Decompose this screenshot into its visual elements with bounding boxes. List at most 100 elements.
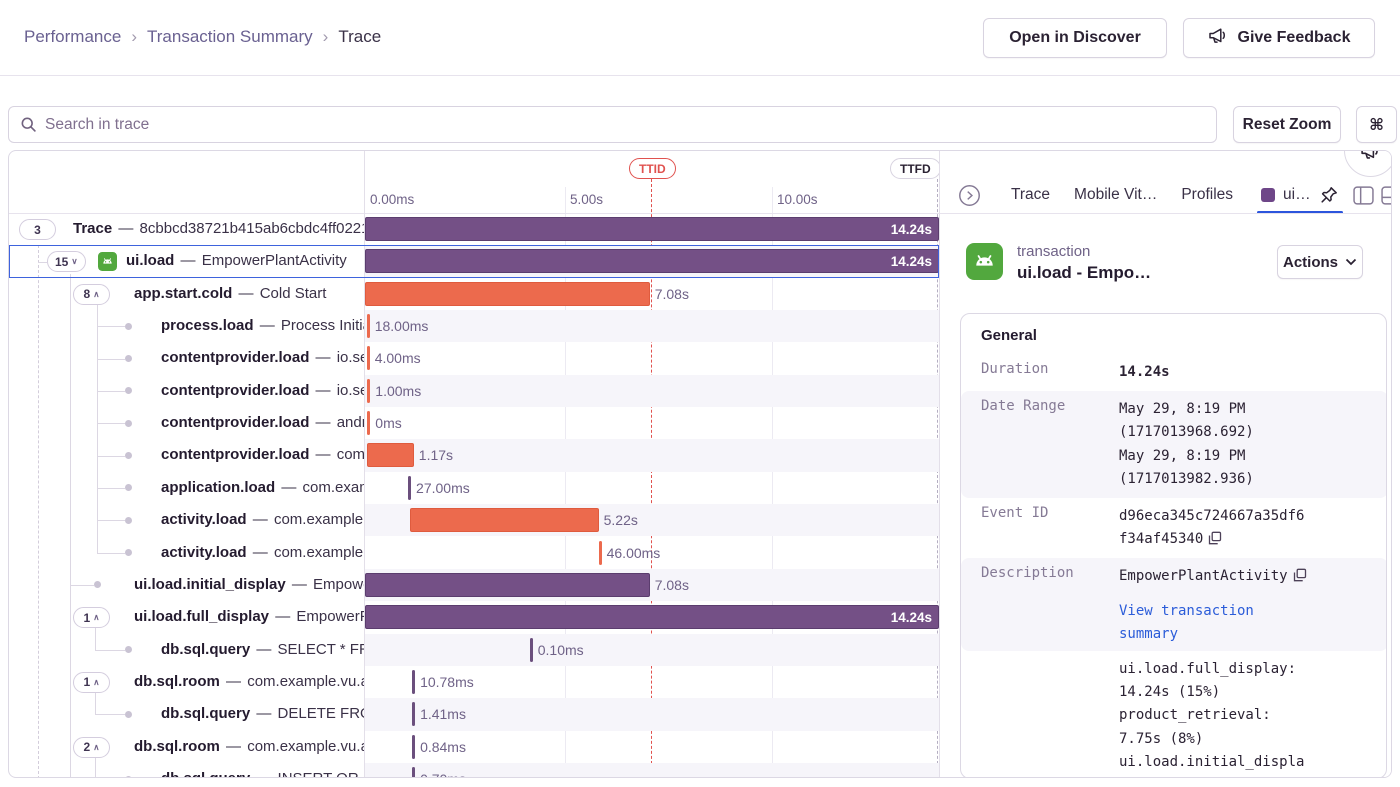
trace-tree-row[interactable]: activity.load — com.example.vu.android.e… — [9, 504, 364, 536]
span-count-toggle-badge[interactable]: 8∧ — [73, 284, 110, 305]
card-row-value-line: ui.load.full_display: — [1119, 658, 1378, 681]
trace-tree-row[interactable]: 1∧ui.load.full_display — EmpowerPlantAct… — [9, 601, 364, 633]
tab-profiles[interactable]: Profiles — [1181, 186, 1233, 204]
span-count-toggle-badge[interactable]: 1∧ — [73, 672, 110, 693]
header-divider — [9, 213, 1392, 214]
waterfall-row[interactable]: 7.08s — [365, 278, 939, 310]
reset-zoom-button[interactable]: Reset Zoom — [1233, 106, 1341, 143]
waterfall-row[interactable]: 27.00ms — [365, 472, 939, 504]
trace-tree-row[interactable]: contentprovider.load — io.sentry.android… — [9, 375, 364, 407]
span-count-toggle-badge[interactable]: 15∨ — [47, 251, 86, 272]
details-panel: Trace Mobile Vit… Profiles ui… — [939, 151, 1392, 778]
card-row-label: Event ID — [981, 505, 1048, 521]
waterfall-row[interactable]: 14.24s — [365, 213, 939, 245]
span-duration-label: 10.78ms — [420, 670, 474, 694]
open-in-discover-button[interactable]: Open in Discover — [983, 18, 1167, 58]
span-bar — [365, 282, 650, 306]
trace-tree-row[interactable]: 1∧ db.sql.room — com.example.vu.android.e… — [9, 666, 364, 698]
waterfall-row[interactable]: 0.70ms — [365, 763, 939, 778]
transaction-type-label: transaction — [1017, 243, 1151, 260]
waterfall-row[interactable]: 18.00ms — [365, 310, 939, 342]
waterfall-row[interactable]: 0.10ms — [365, 634, 939, 666]
leaf-connector-dot — [125, 549, 132, 556]
trace-tree-row[interactable]: process.load — Process Initialization — [9, 310, 364, 342]
keyboard-shortcut-button[interactable]: ⌘ — [1356, 106, 1397, 143]
copy-icon[interactable] — [1293, 567, 1307, 590]
waterfall-row[interactable]: 1.00ms — [365, 375, 939, 407]
search-bar — [8, 106, 1217, 143]
waterfall-row[interactable]: 14.24s — [365, 245, 939, 277]
span-tick — [530, 638, 533, 662]
actions-label: Actions — [1283, 254, 1338, 271]
pin-icon[interactable] — [1319, 185, 1339, 205]
leaf-connector-dot — [125, 776, 132, 778]
feedback-circle-button[interactable] — [1344, 150, 1392, 177]
span-label: db.sql.room — com.example.vu.android.emp… — [134, 666, 364, 698]
waterfall-row[interactable]: 46.00ms — [365, 537, 939, 569]
span-count-badge[interactable]: 3 — [19, 219, 56, 240]
layout-drawer-left-icon[interactable] — [1353, 186, 1374, 205]
span-duration-label: 18.00ms — [375, 314, 429, 338]
span-bar: 14.24s — [365, 217, 939, 241]
chevron-down-icon — [1345, 258, 1357, 266]
trace-tree-row[interactable]: contentprovider.load — androidx.startup.… — [9, 407, 364, 439]
tree-resize-handle[interactable] — [364, 151, 365, 778]
copy-icon[interactable] — [1208, 530, 1222, 553]
span-label: contentprovider.load — com.example.vu.an… — [161, 439, 364, 471]
card-row-value-line: ui.load.initial_displa — [1119, 751, 1378, 774]
tab-transaction-active[interactable]: ui… — [1261, 177, 1339, 213]
breadcrumb-item-transaction-summary[interactable]: Transaction Summary — [147, 27, 313, 47]
waterfall-row[interactable]: 4.00ms — [365, 342, 939, 374]
tab-mobile-vitals[interactable]: Mobile Vit… — [1074, 186, 1157, 204]
waterfall-row[interactable]: 0.84ms — [365, 731, 939, 763]
card-row-value-line: (1717013982.936) — [1119, 468, 1378, 491]
span-tick — [367, 379, 370, 403]
layout-drawer-bottom-icon[interactable] — [1381, 186, 1392, 205]
waterfall-row[interactable]: 0ms — [365, 407, 939, 439]
trace-tree-row[interactable]: 3Trace — 8cbbcd38721b415ab6cbdc4ff0221a2… — [9, 213, 364, 245]
tab-trace[interactable]: Trace — [1011, 186, 1050, 204]
span-count-toggle-badge[interactable]: 2∧ — [73, 737, 110, 758]
view-transaction-summary-link[interactable]: summary — [1119, 623, 1378, 646]
give-feedback-button[interactable]: Give Feedback — [1183, 18, 1375, 58]
trace-tree-row[interactable]: 2∧db.sql.room — com.example.vu.android.e… — [9, 731, 364, 763]
collapse-panel-icon[interactable] — [958, 184, 981, 207]
actions-button[interactable]: Actions — [1277, 245, 1363, 279]
waterfall-row[interactable]: 1.41ms — [365, 698, 939, 730]
span-duration-label: 5.22s — [604, 508, 638, 532]
span-tick — [412, 670, 415, 694]
breadcrumb-item-trace[interactable]: Trace — [338, 27, 381, 47]
trace-tree-row[interactable]: db.sql.query — INSERT OR REPLACE INTO fa… — [9, 763, 364, 778]
chevron-up-icon: ∧ — [93, 612, 99, 623]
card-row-value-line: EmpowerPlantActivity — [1119, 565, 1378, 590]
waterfall-row[interactable]: 10.78ms — [365, 666, 939, 698]
trace-tree-row[interactable]: application.load — com.example.vu.androi… — [9, 472, 364, 504]
leaf-connector-dot — [125, 646, 132, 653]
view-transaction-summary-link[interactable]: View transaction — [1119, 600, 1378, 623]
trace-tree-row[interactable]: db.sql.query — SELECT * FROM products — [9, 634, 364, 666]
trace-tree-row[interactable]: ui.load.initial_display — EmpowerPlantAc… — [9, 569, 364, 601]
span-count-toggle-badge[interactable]: 1∧ — [73, 607, 110, 628]
breadcrumb-item-performance[interactable]: Performance — [24, 27, 121, 47]
trace-tree-row[interactable]: db.sql.query — DELETE FROM favorites — [9, 698, 364, 730]
trace-tree-row[interactable]: contentprovider.load — io.sentry.android… — [9, 342, 364, 374]
waterfall-row[interactable]: 5.22s — [365, 504, 939, 536]
axis-tick-label: 0.00ms — [370, 192, 414, 207]
waterfall-row[interactable]: 7.08s — [365, 569, 939, 601]
page-header: Performance›Transaction Summary›Trace Op… — [0, 0, 1400, 76]
waterfall-row[interactable]: 1.17s — [365, 439, 939, 471]
card-row-value-line: (1717013968.692) — [1119, 421, 1378, 444]
trace-tree-row[interactable]: 15∨ui.load — EmpowerPlantActivity — [9, 245, 364, 277]
search-input[interactable] — [8, 106, 1217, 143]
span-label: app.start.cold — Cold Start — [134, 278, 364, 310]
trace-tree-row[interactable]: 8∧ app.start.cold — Cold Start — [9, 278, 364, 310]
waterfall-row[interactable]: 14.24s — [365, 601, 939, 633]
leaf-connector-dot — [125, 420, 132, 427]
trace-tree-row[interactable]: contentprovider.load — com.example.vu.an… — [9, 439, 364, 471]
span-duration-label: 0ms — [375, 411, 401, 435]
trace-tree-row[interactable]: activity.load — com.example.vu.android.M… — [9, 537, 364, 569]
card-row-value-line: d96eca345c724667a35df6 — [1119, 505, 1378, 528]
span-bar — [367, 443, 414, 467]
span-tick — [408, 476, 411, 500]
span-duration-label: 14.24s — [891, 606, 932, 630]
